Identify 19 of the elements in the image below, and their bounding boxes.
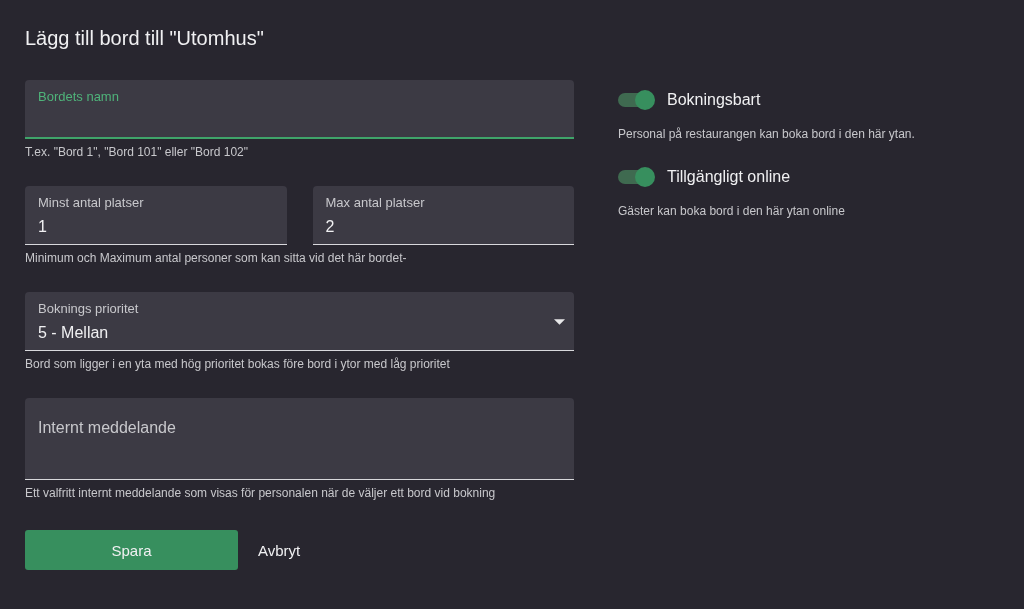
helper-text: Minimum och Maximum antal personer som kan sitta vid det här bordet- <box>25 252 408 264</box>
toggle-label: Bokningsbart <box>667 91 761 109</box>
cancel-button[interactable]: Avbryt <box>258 533 301 567</box>
dialog-title: Lägg till bord till "Utomhus" <box>25 26 265 50</box>
number-field[interactable]: Max antal platser 2 <box>312 186 574 245</box>
helper-text: T.ex. "Bord 1", "Bord 101" eller "Bord 102" <box>25 146 249 158</box>
text-field[interactable]: Bordets namn <box>25 80 574 139</box>
save-button[interactable]: Spara <box>25 530 238 570</box>
toggle-switch[interactable] <box>618 167 655 187</box>
number-field[interactable]: Minst antal platser 1 <box>25 186 287 245</box>
select-field[interactable]: Boknings prioritet 5 - Mellan <box>25 292 574 351</box>
toggle-description: Personal på restaurangen kan boka bord i den här ytan. <box>618 127 916 141</box>
toggle-switch[interactable] <box>618 90 655 110</box>
toggle-description: Gäster kan boka bord i den här ytan online <box>618 204 846 218</box>
helper-text: Ett valfritt internt meddelande som visas för personalen när de väljer ett bord vid bokning <box>25 487 497 499</box>
helper-text: Bord som ligger i en yta med hög prioritet bokas före bord i ytor med låg prioritet <box>25 358 451 370</box>
toggle-label: Tillgängligt online <box>667 168 791 186</box>
caret-icon <box>554 319 565 325</box>
message-field[interactable]: Internt meddelande <box>25 398 574 480</box>
